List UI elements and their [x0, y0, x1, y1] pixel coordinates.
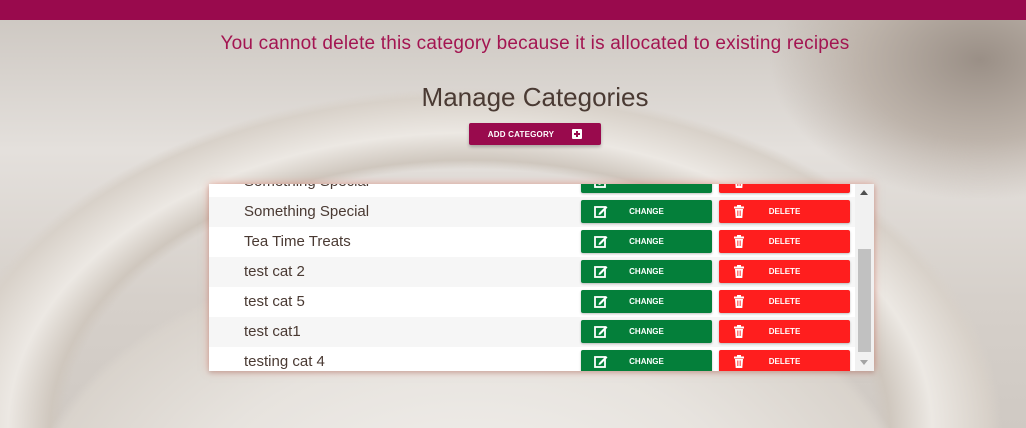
table-row: Tea Time Treats CHANGE DELETE: [209, 227, 855, 257]
change-button[interactable]: CHANGE: [581, 320, 712, 343]
change-button[interactable]: CHANGE: [581, 350, 712, 371]
change-label: CHANGE: [629, 327, 664, 336]
page-title: Manage Categories: [421, 82, 649, 112]
flash-message: You cannot delete this category because …: [220, 33, 850, 54]
delete-button[interactable]: DELETE: [719, 184, 850, 193]
delete-label: DELETE: [768, 327, 801, 336]
scroll-down-arrow-icon[interactable]: [855, 354, 874, 371]
categories-list: Something Special CHANGE DELETE Somethin…: [209, 184, 855, 371]
table-row: test cat 5 CHANGE DELETE: [209, 287, 855, 317]
table-row: Something Special CHANGE DELETE: [209, 197, 855, 227]
scrollbar[interactable]: [855, 184, 874, 371]
category-name: test cat 2: [244, 263, 305, 280]
change-button[interactable]: CHANGE: [581, 184, 712, 193]
delete-button[interactable]: DELETE: [719, 230, 850, 253]
change-label: CHANGE: [629, 207, 664, 216]
table-row: test cat 2 CHANGE DELETE: [209, 257, 855, 287]
plus-square-icon: [572, 129, 583, 139]
table-row: Something Special CHANGE DELETE: [209, 184, 855, 197]
delete-label: DELETE: [719, 184, 850, 193]
change-label: CHANGE: [629, 297, 664, 306]
scroll-up-arrow-icon[interactable]: [855, 184, 874, 201]
delete-button[interactable]: DELETE: [719, 290, 850, 313]
delete-button[interactable]: DELETE: [719, 350, 850, 371]
delete-label: DELETE: [768, 237, 801, 246]
category-name: Something Special: [244, 203, 370, 220]
change-button[interactable]: CHANGE: [581, 260, 712, 283]
delete-button[interactable]: DELETE: [719, 260, 850, 283]
change-button[interactable]: CHANGE: [581, 200, 712, 223]
category-name: testing cat 4: [244, 353, 325, 370]
category-name: test cat 5: [244, 293, 305, 310]
add-category-button[interactable]: ADD CATEGORY: [469, 123, 601, 145]
change-label: CHANGE: [629, 357, 664, 366]
change-label: CHANGE: [629, 267, 664, 276]
change-button[interactable]: CHANGE: [581, 230, 712, 253]
delete-label: DELETE: [768, 267, 801, 276]
change-label: CHANGE: [629, 237, 664, 246]
top-navbar: [0, 0, 1026, 20]
categories-table: Something Special CHANGE DELETE Somethin…: [209, 184, 874, 371]
delete-button[interactable]: DELETE: [719, 320, 850, 343]
add-category-label: ADD CATEGORY: [487, 129, 555, 139]
table-row: testing cat 4 CHANGE DELETE: [209, 347, 855, 371]
delete-label: DELETE: [768, 297, 801, 306]
table-row: test cat1 CHANGE DELETE: [209, 317, 855, 347]
scrollbar-thumb[interactable]: [858, 249, 871, 352]
change-button[interactable]: CHANGE: [581, 290, 712, 313]
delete-label: DELETE: [768, 357, 801, 366]
category-name: Tea Time Treats: [244, 233, 351, 250]
delete-button[interactable]: DELETE: [719, 200, 850, 223]
category-name: test cat1: [244, 323, 301, 340]
delete-label: DELETE: [768, 207, 801, 216]
change-label: CHANGE: [581, 184, 712, 193]
category-name: Something Special: [244, 184, 369, 197]
